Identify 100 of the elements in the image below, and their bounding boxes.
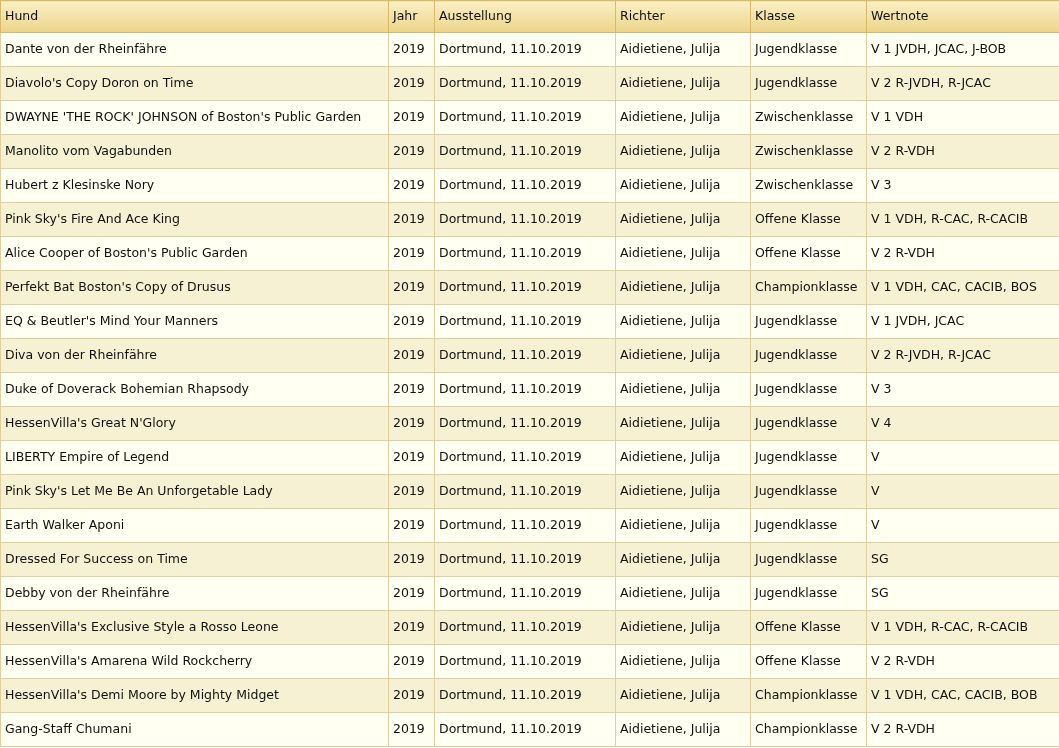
table-cell: Jugendklasse <box>750 372 867 407</box>
table-cell: 2019 <box>388 508 435 543</box>
table-cell: Offene Klasse <box>750 644 867 679</box>
column-header[interactable]: Ausstellung <box>434 0 616 33</box>
table-cell: Dortmund, 11.10.2019 <box>434 338 616 373</box>
table-cell: Jugendklasse <box>750 440 867 475</box>
table-cell: Aidietiene, Julija <box>615 576 751 611</box>
table-cell: 2019 <box>388 406 435 441</box>
table-cell: Aidietiene, Julija <box>615 406 751 441</box>
table-cell: Diavolo's Copy Doron on Time <box>0 66 389 101</box>
table-cell: EQ & Beutler's Mind Your Manners <box>0 304 389 339</box>
table-cell: 2019 <box>388 372 435 407</box>
table-cell: Dortmund, 11.10.2019 <box>434 32 616 67</box>
table-cell: Jugendklasse <box>750 508 867 543</box>
table-cell: Dortmund, 11.10.2019 <box>434 542 616 577</box>
table-cell: 2019 <box>388 712 435 747</box>
table-cell: Dortmund, 11.10.2019 <box>434 508 616 543</box>
table-cell: Jugendklasse <box>750 542 867 577</box>
table-cell: 2019 <box>388 32 435 67</box>
table-cell: 2019 <box>388 610 435 645</box>
table-cell: 2019 <box>388 678 435 713</box>
table-cell: 2019 <box>388 134 435 169</box>
table-cell: Dortmund, 11.10.2019 <box>434 644 616 679</box>
table-cell: DWAYNE 'THE ROCK' JOHNSON of Boston's Public Garden <box>0 100 389 135</box>
column-header[interactable]: Hund <box>0 0 389 33</box>
table-cell: Dortmund, 11.10.2019 <box>434 712 616 747</box>
table-cell: Pink Sky's Fire And Ace King <box>0 202 389 237</box>
column-header[interactable]: Richter <box>615 0 751 33</box>
column-header[interactable]: Jahr <box>388 0 435 33</box>
table-cell: Aidietiene, Julija <box>615 134 751 169</box>
column-header[interactable]: Klasse <box>750 0 867 33</box>
table-cell: Jugendklasse <box>750 338 867 373</box>
table-cell: Gang-Staff Chumani <box>0 712 389 747</box>
table-cell: Aidietiene, Julija <box>615 236 751 271</box>
table-cell: Jugendklasse <box>750 304 867 339</box>
table-cell: HessenVilla's Great N'Glory <box>0 406 389 441</box>
table-cell: Dortmund, 11.10.2019 <box>434 100 616 135</box>
table-cell: Jugendklasse <box>750 66 867 101</box>
table-cell: HessenVilla's Exclusive Style a Rosso Leone <box>0 610 389 645</box>
table-cell: 2019 <box>388 576 435 611</box>
table-cell: Zwischenklasse <box>750 168 867 203</box>
table-cell: Offene Klasse <box>750 202 867 237</box>
table-cell: Aidietiene, Julija <box>615 644 751 679</box>
table-cell: Duke of Doverack Bohemian Rhapsody <box>0 372 389 407</box>
table-cell: Aidietiene, Julija <box>615 338 751 373</box>
table-cell: Dortmund, 11.10.2019 <box>434 406 616 441</box>
table-cell: Dortmund, 11.10.2019 <box>434 236 616 271</box>
table-cell: Dortmund, 11.10.2019 <box>434 202 616 237</box>
table-cell: Jugendklasse <box>750 32 867 67</box>
table-cell: 2019 <box>388 542 435 577</box>
table-cell: 2019 <box>388 338 435 373</box>
table-cell: Dressed For Success on Time <box>0 542 389 577</box>
table-cell: Aidietiene, Julija <box>615 168 751 203</box>
table-cell: 2019 <box>388 168 435 203</box>
table-cell: Aidietiene, Julija <box>615 372 751 407</box>
table-cell: Aidietiene, Julija <box>615 66 751 101</box>
table-cell: Dortmund, 11.10.2019 <box>434 270 616 305</box>
table-cell: 2019 <box>388 236 435 271</box>
table-cell: Aidietiene, Julija <box>615 440 751 475</box>
table-cell: Dortmund, 11.10.2019 <box>434 134 616 169</box>
table-cell: Aidietiene, Julija <box>615 712 751 747</box>
table-cell: Aidietiene, Julija <box>615 270 751 305</box>
table-cell: Earth Walker Aponi <box>0 508 389 543</box>
table-cell: 2019 <box>388 202 435 237</box>
table-cell: Debby von der Rheinfähre <box>0 576 389 611</box>
table-cell: Aidietiene, Julija <box>615 508 751 543</box>
table-cell: Aidietiene, Julija <box>615 304 751 339</box>
table-cell: Pink Sky's Let Me Be An Unforgetable Lady <box>0 474 389 509</box>
table-cell: Aidietiene, Julija <box>615 542 751 577</box>
table-cell: Diva von der Rheinfähre <box>0 338 389 373</box>
table-cell: Championklasse <box>750 270 867 305</box>
table-cell: Jugendklasse <box>750 576 867 611</box>
table-cell: Dortmund, 11.10.2019 <box>434 678 616 713</box>
column-header[interactable]: Wertnote <box>866 0 1059 33</box>
table-cell: Aidietiene, Julija <box>615 100 751 135</box>
table-cell: 2019 <box>388 644 435 679</box>
table-cell: Dortmund, 11.10.2019 <box>434 610 616 645</box>
table-cell: HessenVilla's Demi Moore by Mighty Midget <box>0 678 389 713</box>
table-cell: Dortmund, 11.10.2019 <box>434 440 616 475</box>
table-cell: Aidietiene, Julija <box>615 474 751 509</box>
table-cell: 2019 <box>388 440 435 475</box>
table-cell: 2019 <box>388 100 435 135</box>
table-cell: Aidietiene, Julija <box>615 202 751 237</box>
table-cell: 2019 <box>388 66 435 101</box>
table-cell: Hubert z Klesinske Nory <box>0 168 389 203</box>
table-cell: Dortmund, 11.10.2019 <box>434 168 616 203</box>
table-cell: Alice Cooper of Boston's Public Garden <box>0 236 389 271</box>
table-cell: Dortmund, 11.10.2019 <box>434 66 616 101</box>
table-cell: Dante von der Rheinfähre <box>0 32 389 67</box>
table-cell: Jugendklasse <box>750 474 867 509</box>
table-cell: HessenVilla's Amarena Wild Rockcherry <box>0 644 389 679</box>
table-cell: Jugendklasse <box>750 406 867 441</box>
table-cell: 2019 <box>388 270 435 305</box>
table-cell: 2019 <box>388 474 435 509</box>
table-cell: Perfekt Bat Boston's Copy of Drusus <box>0 270 389 305</box>
table-cell: Manolito vom Vagabunden <box>0 134 389 169</box>
table-cell: LIBERTY Empire of Legend <box>0 440 389 475</box>
table-cell: 2019 <box>388 304 435 339</box>
table-cell: Aidietiene, Julija <box>615 678 751 713</box>
table-cell: Championklasse <box>750 712 867 747</box>
